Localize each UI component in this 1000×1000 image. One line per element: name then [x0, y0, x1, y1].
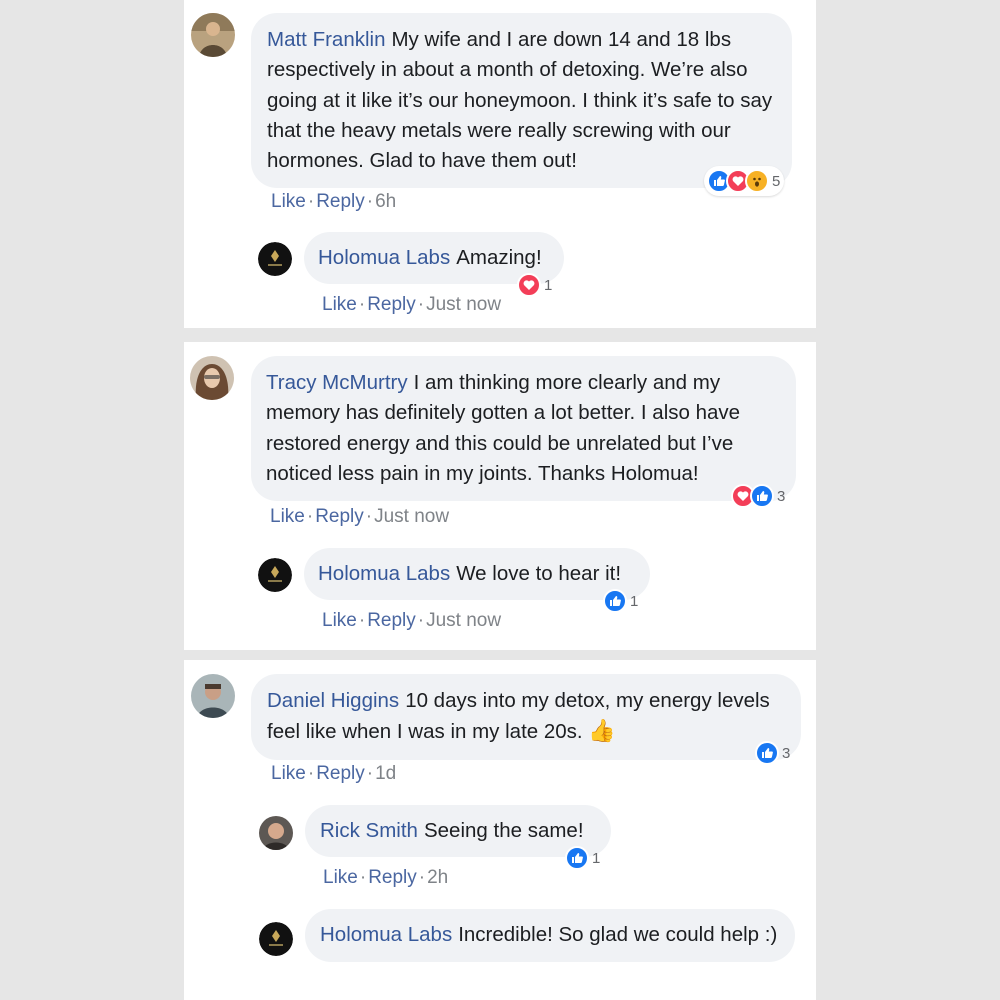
- reply-link[interactable]: Reply: [315, 506, 364, 527]
- comment-author[interactable]: Daniel Higgins: [267, 689, 399, 712]
- like-icon: [750, 484, 774, 508]
- reply-author[interactable]: Holomua Labs: [318, 562, 450, 585]
- love-icon: [517, 273, 541, 297]
- avatar[interactable]: [191, 674, 235, 718]
- reply-text: Amazing!: [456, 246, 542, 269]
- reply-author[interactable]: Rick Smith: [320, 819, 418, 842]
- like-link[interactable]: Like: [322, 610, 357, 631]
- comment-card-2: Tracy McMurtry I am thinking more clearly…: [184, 342, 816, 650]
- timestamp[interactable]: Just now: [374, 506, 449, 527]
- reaction-summary[interactable]: 1: [514, 270, 556, 300]
- avatar[interactable]: [190, 356, 234, 400]
- reply-actions: Like · Reply · Just now: [322, 610, 502, 631]
- thumbs-up-emoji: 👍: [588, 718, 616, 744]
- comment-card-3: Daniel Higgins 10 days into my detox, my …: [184, 660, 816, 1000]
- like-link[interactable]: Like: [271, 763, 306, 784]
- avatar-holomua[interactable]: [258, 558, 292, 592]
- reaction-summary[interactable]: 1: [600, 586, 642, 616]
- reaction-summary[interactable]: 3: [752, 738, 794, 768]
- timestamp[interactable]: 2h: [427, 867, 448, 888]
- reply-author[interactable]: Holomua Labs: [320, 923, 452, 946]
- avatar-holomua[interactable]: [259, 922, 293, 956]
- reply-link[interactable]: Reply: [367, 294, 416, 315]
- comment-actions: Like · Reply · Just now: [270, 506, 450, 527]
- timestamp[interactable]: Just now: [426, 294, 501, 315]
- reply-link[interactable]: Reply: [367, 610, 416, 631]
- like-icon: [755, 741, 779, 765]
- reaction-count: 1: [592, 849, 601, 867]
- like-icon: [603, 589, 627, 613]
- timestamp[interactable]: 1d: [375, 763, 396, 784]
- reaction-count: 3: [777, 487, 786, 505]
- reply-link[interactable]: Reply: [316, 191, 365, 212]
- reaction-summary[interactable]: 1: [562, 843, 604, 873]
- timestamp[interactable]: 6h: [375, 191, 396, 212]
- avatar[interactable]: [191, 13, 235, 57]
- avatar[interactable]: [259, 816, 293, 850]
- comment-bubble: Tracy McMurtry I am thinking more clearly…: [251, 356, 796, 502]
- like-link[interactable]: Like: [323, 867, 358, 888]
- comment-card-1: Matt Franklin My wife and I are down 14 a…: [184, 0, 816, 328]
- reply-text: Seeing the same!: [423, 819, 584, 842]
- reaction-count: 3: [782, 744, 791, 762]
- reaction-count: 5: [772, 172, 781, 190]
- reaction-summary[interactable]: 5: [704, 166, 785, 196]
- reaction-summary[interactable]: 3: [728, 481, 789, 511]
- reply-bubble: Holomua Labs We love to hear it!: [304, 548, 650, 600]
- timestamp[interactable]: Just now: [426, 610, 501, 631]
- reply-bubble: Holomua Labs Incredible! So glad we could…: [305, 909, 795, 963]
- reply-actions: Like · Reply · 2h: [323, 867, 449, 888]
- like-link[interactable]: Like: [271, 191, 306, 212]
- reply-link[interactable]: Reply: [316, 763, 365, 784]
- like-link[interactable]: Like: [270, 506, 305, 527]
- comment-author[interactable]: Matt Franklin: [267, 28, 385, 51]
- comment-actions: Like · Reply · 1d: [271, 763, 397, 784]
- comment-author[interactable]: Tracy McMurtry: [266, 371, 408, 394]
- avatar-holomua[interactable]: [258, 242, 292, 276]
- wow-icon: [745, 169, 769, 193]
- like-link[interactable]: Like: [322, 294, 357, 315]
- reply-actions: Like · Reply · Just now: [322, 294, 502, 315]
- comment-actions: Like · Reply · 6h: [271, 191, 397, 212]
- reply-author[interactable]: Holomua Labs: [318, 246, 450, 269]
- reply-link[interactable]: Reply: [368, 867, 417, 888]
- reply-text: We love to hear it!: [456, 562, 622, 585]
- comment-bubble: Matt Franklin My wife and I are down 14 a…: [251, 13, 792, 189]
- reaction-count: 1: [630, 592, 639, 610]
- reply-text: Incredible! So glad we could help :): [458, 923, 778, 946]
- like-icon: [565, 846, 589, 870]
- reaction-count: 1: [544, 276, 553, 294]
- comment-bubble: Daniel Higgins 10 days into my detox, my …: [251, 674, 801, 760]
